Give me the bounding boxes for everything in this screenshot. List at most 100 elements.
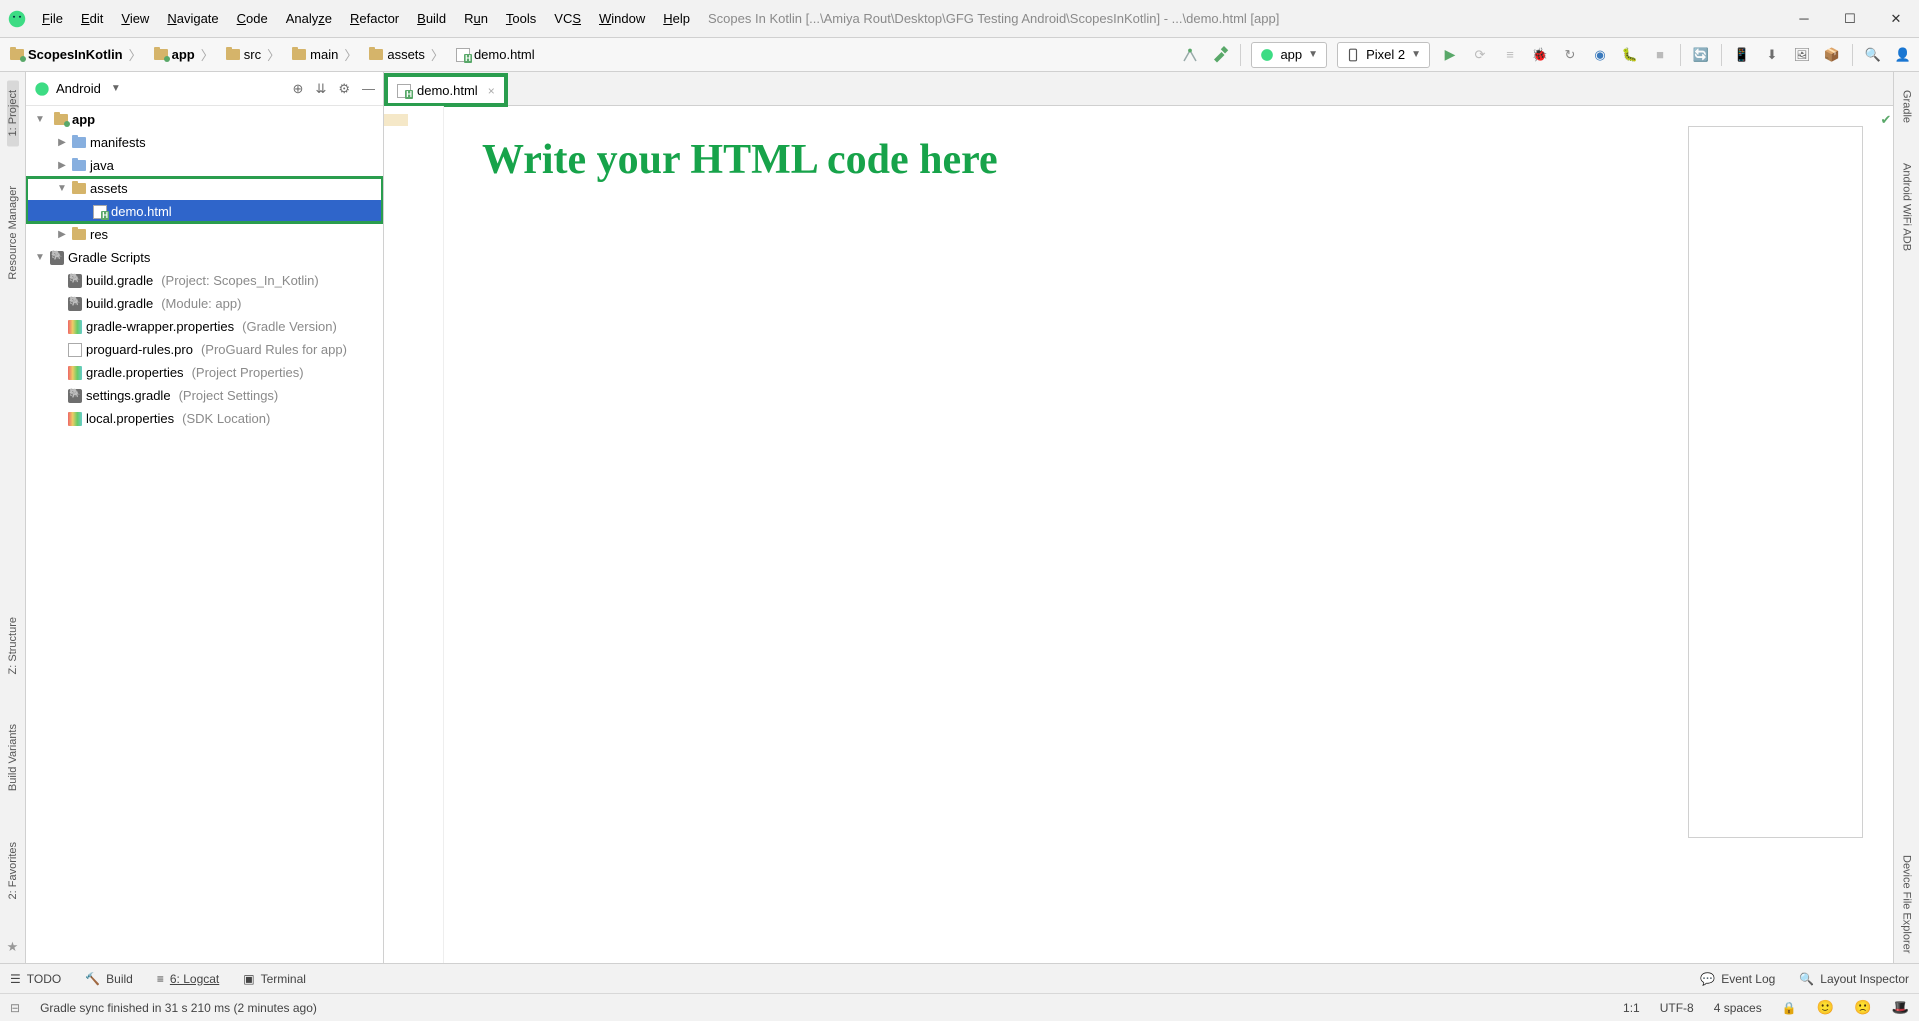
- breadcrumbs: ScopesInKotlin〉 app〉 src〉 main〉 assets〉 …: [6, 43, 539, 66]
- module-folder-icon: [54, 114, 68, 125]
- crumb-src[interactable]: src〉: [222, 43, 286, 66]
- tool-todo[interactable]: ☰ TODO: [10, 972, 61, 986]
- crumb-app[interactable]: app〉: [150, 43, 220, 66]
- tree-java[interactable]: ▶java: [26, 154, 383, 177]
- settings-icon[interactable]: ⚙: [338, 81, 350, 97]
- tool-build[interactable]: 🔨 Build: [85, 972, 133, 986]
- editor-gutter: [384, 106, 444, 963]
- menu-navigate[interactable]: Navigate: [159, 7, 226, 30]
- collapse-icon[interactable]: ⇊: [315, 81, 326, 97]
- tree-gradle-scripts[interactable]: ▼Gradle Scripts: [26, 246, 383, 269]
- maximize-button[interactable]: ☐: [1841, 10, 1859, 28]
- menu-build[interactable]: Build: [409, 7, 454, 30]
- close-tab-icon[interactable]: ×: [488, 84, 495, 98]
- tree-assets[interactable]: ▼assets: [26, 177, 383, 200]
- hammer-icon[interactable]: [1210, 45, 1230, 65]
- tree-build-gradle-project[interactable]: build.gradle(Project: Scopes_In_Kotlin): [26, 269, 383, 292]
- menu-view[interactable]: View: [113, 7, 157, 30]
- antenna-icon[interactable]: [1180, 45, 1200, 65]
- sync-gradle-icon[interactable]: 🔄: [1691, 45, 1711, 65]
- hide-icon[interactable]: —: [362, 81, 375, 97]
- tree-local-properties[interactable]: local.properties(SDK Location): [26, 407, 383, 430]
- menu-window[interactable]: Window: [591, 7, 653, 30]
- tool-favorites[interactable]: 2: Favorites: [7, 832, 19, 909]
- apply-code-changes-icon[interactable]: ≡: [1500, 45, 1520, 65]
- lock-icon[interactable]: 🔒: [1782, 1001, 1797, 1015]
- inspector-icon[interactable]: 🎩: [1892, 999, 1909, 1016]
- tool-structure[interactable]: Z: Structure: [7, 607, 19, 684]
- project-tree[interactable]: ▼app ▶manifests ▶java ▼assets demo.html …: [26, 106, 383, 963]
- crumb-main[interactable]: main〉: [288, 43, 363, 66]
- avd-manager-icon[interactable]: 📱: [1732, 45, 1752, 65]
- coverage-icon[interactable]: ◉: [1590, 45, 1610, 65]
- layout-inspector-icon[interactable]: 📦: [1822, 45, 1842, 65]
- menu-file[interactable]: File: [34, 7, 71, 30]
- editor-tab-demo[interactable]: demo.html ×: [386, 75, 506, 105]
- device-dropdown[interactable]: Pixel 2▼: [1337, 42, 1430, 68]
- tree-build-gradle-module[interactable]: build.gradle(Module: app): [26, 292, 383, 315]
- caret-position[interactable]: 1:1: [1623, 1001, 1640, 1015]
- project-view-selector[interactable]: Android ▼: [34, 81, 121, 97]
- tool-logcat[interactable]: ≡ 6: Logcat: [157, 972, 219, 986]
- tool-build-variants[interactable]: Build Variants: [7, 714, 19, 801]
- tool-gradle[interactable]: Gradle: [1901, 80, 1913, 133]
- file-encoding[interactable]: UTF-8: [1660, 1001, 1694, 1015]
- properties-icon: [68, 412, 82, 426]
- editor-content[interactable]: Write your HTML code here: [444, 106, 1879, 963]
- indent-setting[interactable]: 4 spaces: [1714, 1001, 1762, 1015]
- tree-app[interactable]: ▼app: [26, 108, 383, 131]
- resource-manager-icon[interactable]: 🖼: [1792, 45, 1812, 65]
- preview-thumbnail: [1688, 126, 1863, 838]
- file-icon: [68, 343, 82, 357]
- tree-res[interactable]: ▶res: [26, 223, 383, 246]
- menu-analyze[interactable]: Analyze: [278, 7, 340, 30]
- menu-vcs[interactable]: VCS: [546, 7, 589, 30]
- frown-icon[interactable]: 🙁: [1854, 999, 1871, 1016]
- menu-refactor[interactable]: Refactor: [342, 7, 407, 30]
- tool-project[interactable]: 1: Project: [7, 80, 19, 146]
- star-icon: ★: [7, 939, 19, 955]
- user-icon[interactable]: 👤: [1893, 45, 1913, 65]
- project-panel-header: Android ▼ ⊕ ⇊ ⚙ —: [26, 72, 383, 106]
- profiler-icon[interactable]: ↻: [1560, 45, 1580, 65]
- status-box-icon[interactable]: ⊟: [10, 1001, 20, 1015]
- attach-debugger-icon[interactable]: 🐛: [1620, 45, 1640, 65]
- menu-edit[interactable]: Edit: [73, 7, 111, 30]
- tool-event-log[interactable]: 💬 Event Log: [1700, 972, 1775, 986]
- close-window-button[interactable]: ✕: [1887, 10, 1905, 28]
- tree-settings-gradle[interactable]: settings.gradle(Project Settings): [26, 384, 383, 407]
- res-folder-icon: [72, 229, 86, 240]
- menu-tools[interactable]: Tools: [498, 7, 544, 30]
- search-icon[interactable]: 🔍: [1863, 45, 1883, 65]
- debug-icon[interactable]: 🐞: [1530, 45, 1550, 65]
- separator: [1852, 44, 1853, 66]
- menu-help[interactable]: Help: [655, 7, 698, 30]
- tool-layout-inspector[interactable]: 🔍 Layout Inspector: [1799, 972, 1909, 986]
- tree-wrapper-properties[interactable]: gradle-wrapper.properties(Gradle Version…: [26, 315, 383, 338]
- tool-resource-manager[interactable]: Resource Manager: [7, 176, 19, 290]
- menu-code[interactable]: Code: [229, 7, 276, 30]
- editor-body[interactable]: Write your HTML code here ✔: [384, 106, 1893, 963]
- apply-changes-icon[interactable]: ⟳: [1470, 45, 1490, 65]
- tool-terminal[interactable]: ▣ Terminal: [243, 972, 306, 986]
- sdk-manager-icon[interactable]: ⬇: [1762, 45, 1782, 65]
- tree-manifests[interactable]: ▶manifests: [26, 131, 383, 154]
- run-button[interactable]: ▶: [1440, 45, 1460, 65]
- run-config-dropdown[interactable]: app▼: [1251, 42, 1327, 68]
- minimize-button[interactable]: ─: [1795, 10, 1813, 28]
- left-tool-stripe: 1: Project Resource Manager Z: Structure…: [0, 72, 26, 963]
- locate-icon[interactable]: ⊕: [293, 81, 304, 97]
- stop-icon[interactable]: ■: [1650, 45, 1670, 65]
- menu-run[interactable]: Run: [456, 7, 496, 30]
- tree-proguard[interactable]: proguard-rules.pro(ProGuard Rules for ap…: [26, 338, 383, 361]
- navigation-toolbar: ScopesInKotlin〉 app〉 src〉 main〉 assets〉 …: [0, 38, 1919, 72]
- crumb-assets[interactable]: assets〉: [365, 43, 450, 66]
- tool-device-file-explorer[interactable]: Device File Explorer: [1901, 845, 1913, 963]
- folder-icon: [72, 137, 86, 148]
- tool-android-wifi-adb[interactable]: Android WiFi ADB: [1901, 153, 1913, 261]
- smiley-icon[interactable]: 🙂: [1817, 999, 1834, 1016]
- crumb-project[interactable]: ScopesInKotlin〉: [6, 43, 148, 66]
- crumb-file[interactable]: demo.html: [452, 45, 539, 64]
- tree-gradle-properties[interactable]: gradle.properties(Project Properties): [26, 361, 383, 384]
- tree-demo-html[interactable]: demo.html: [26, 200, 383, 223]
